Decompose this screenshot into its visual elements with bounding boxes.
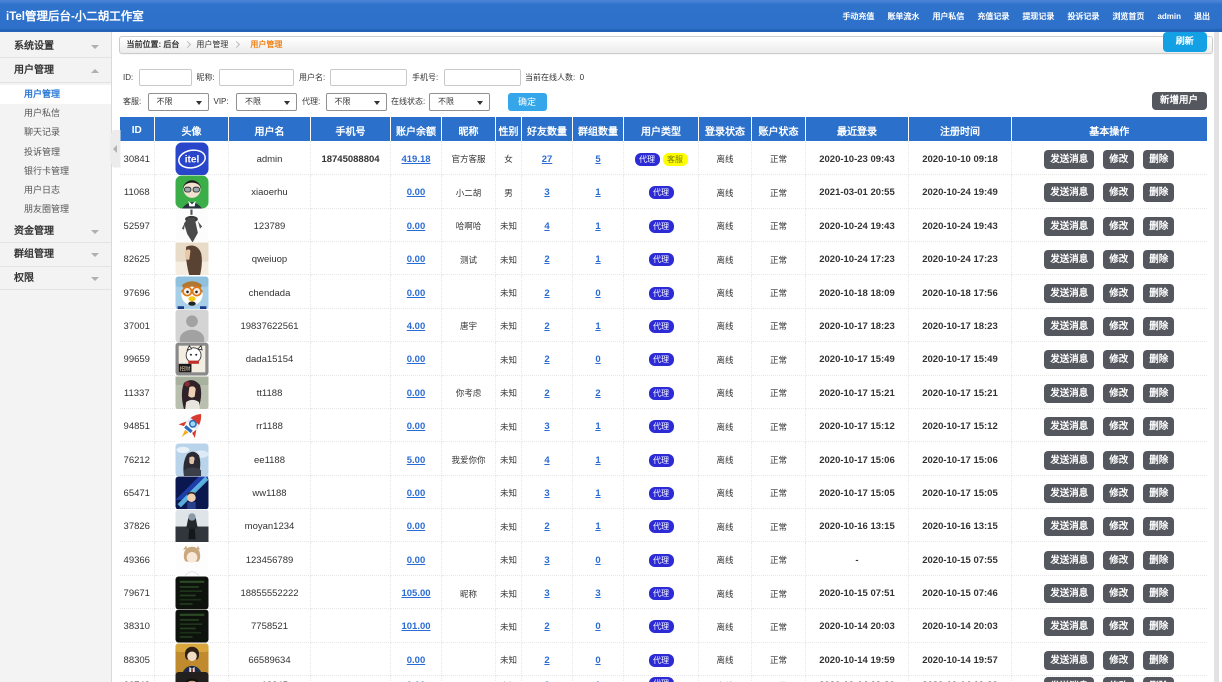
- svg-text:itel: itel: [184, 154, 199, 165]
- svg-text:招财: 招财: [179, 365, 190, 373]
